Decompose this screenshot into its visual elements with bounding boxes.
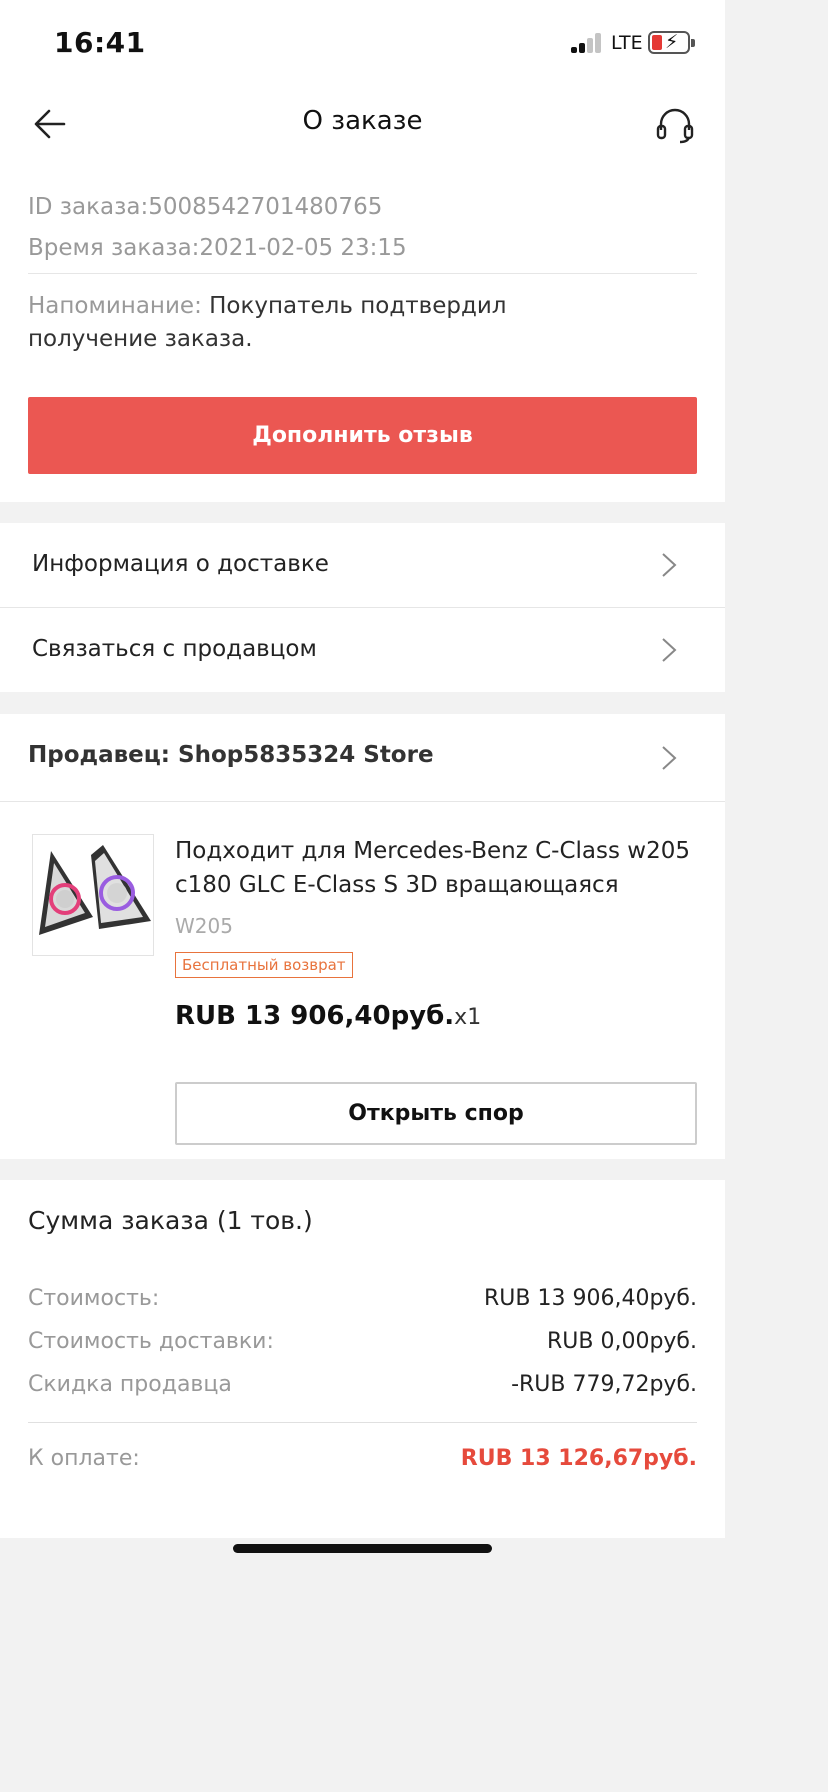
order-time: Время заказа:2021-02-05 23:15 [28,235,407,261]
order-summary: Сумма заказа (1 тов.) Стоимость: RUB 13 … [0,1180,725,1538]
free-return-badge: Бесплатный возврат [175,952,353,978]
product-price: RUB 13 906,40руб. [175,1001,455,1031]
summary-total: К оплате: RUB 13 126,67руб. [28,1446,697,1476]
summary-row-label: Скидка продавца [28,1372,232,1397]
status-time: 16:41 [54,26,146,59]
network-label: LTE [611,32,643,54]
home-indicator [233,1544,492,1553]
seller-card: Продавец: Shop5835324 Store Подходит для… [0,714,725,1159]
order-id-label: ID заказа: [28,194,149,220]
seller-row[interactable]: Продавец: Shop5835324 Store [0,714,725,801]
product-title[interactable]: Подходит для Mercedes-Benz C-Class w205 … [175,834,700,902]
order-time-value: 2021-02-05 23:15 [199,235,407,261]
seller-name: Продавец: Shop5835324 Store [28,742,434,768]
divider [28,273,697,274]
delivery-info-label: Информация о доставке [32,551,329,577]
summary-row-cost: Стоимость: RUB 13 906,40руб. [28,1286,697,1316]
chevron-right-icon [662,746,677,770]
summary-row-value: RUB 13 906,40руб. [484,1286,697,1311]
open-dispute-button[interactable]: Открыть спор [175,1082,697,1145]
order-id: ID заказа:5008542701480765 [28,194,382,220]
chevron-right-icon [662,553,677,577]
order-id-value: 5008542701480765 [148,194,383,220]
signal-icon [571,33,605,53]
product-image[interactable] [32,834,154,956]
headset-support-icon[interactable] [654,104,696,146]
delivery-info-row[interactable]: Информация о доставке [0,523,725,607]
divider [0,801,725,802]
contact-seller-label: Связаться с продавцом [32,636,317,662]
summary-row-label: Стоимость доставки: [28,1329,274,1354]
summary-row-label: Стоимость: [28,1286,160,1311]
product-variant: W205 [175,914,233,938]
product-price-line: RUB 13 906,40руб.x1 [175,1001,481,1031]
battery-icon: ⚡ [648,31,695,54]
total-value: RUB 13 126,67руб. [460,1446,697,1471]
total-label: К оплате: [28,1446,140,1471]
summary-row-value: -RUB 779,72руб. [511,1372,697,1397]
order-time-label: Время заказа: [28,235,200,261]
summary-title: Сумма заказа (1 тов.) [28,1206,313,1235]
add-review-button[interactable]: Дополнить отзыв [28,397,697,474]
reminder-label: Напоминание: [28,293,210,319]
product-quantity: x1 [454,1005,482,1030]
status-bar: 16:41 LTE ⚡ [0,0,725,90]
summary-row-discount: Скидка продавца -RUB 779,72руб. [28,1372,697,1402]
chevron-right-icon [662,638,677,662]
order-reminder: Напоминание: Покупатель подтвердил получ… [28,290,588,356]
divider [28,1422,697,1423]
summary-row-value: RUB 0,00руб. [546,1329,697,1354]
contact-seller-row[interactable]: Связаться с продавцом [0,608,725,692]
page-title: О заказе [302,106,423,136]
header: О заказе [0,90,725,158]
summary-row-shipping: Стоимость доставки: RUB 0,00руб. [28,1329,697,1359]
order-info: ID заказа:5008542701480765 Время заказа:… [0,158,725,502]
